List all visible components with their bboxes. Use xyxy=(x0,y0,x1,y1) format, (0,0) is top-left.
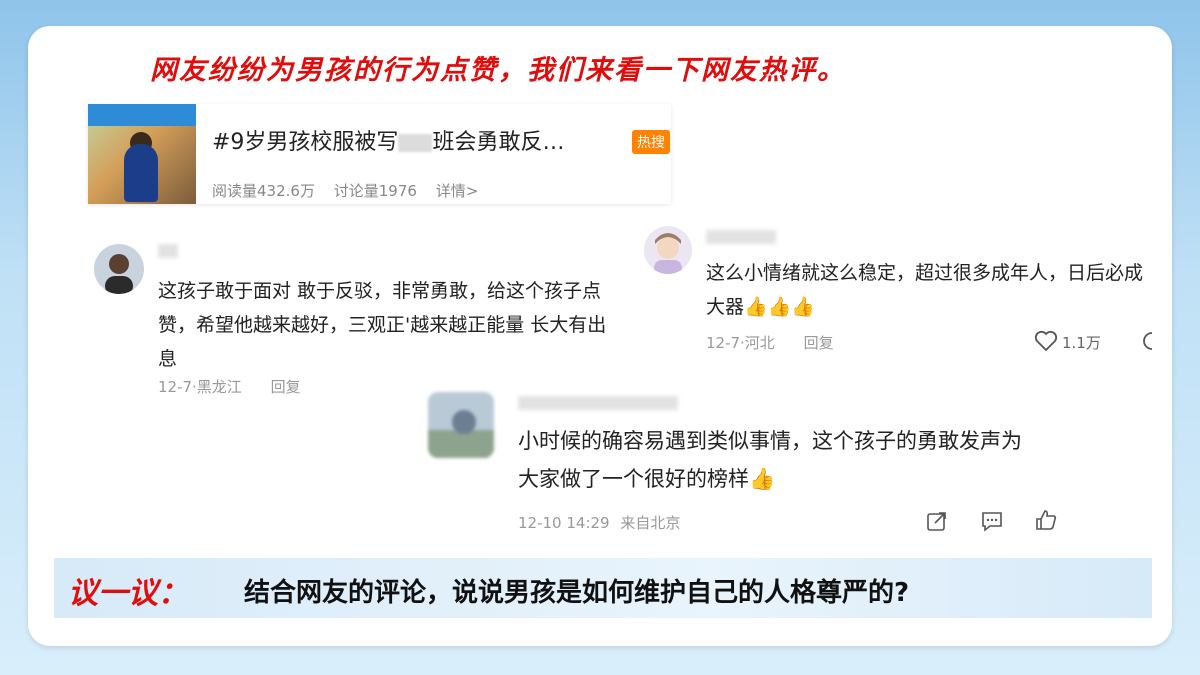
topic-discussions: 讨论量1976 xyxy=(333,182,417,200)
avatar[interactable] xyxy=(644,226,692,274)
comment-2-text: 这么小情绪就这么稳定，超过很多成年人，日后必成大器👍👍👍 xyxy=(706,262,1144,318)
redacted-username xyxy=(706,230,776,244)
comment-icon[interactable] xyxy=(980,510,1004,536)
comment-2-likes: 1.1万 xyxy=(1062,334,1101,352)
reply-button[interactable]: 回复 xyxy=(804,334,834,352)
comment-1-meta: 12-7·黑龙江 回复 xyxy=(158,376,325,397)
slide-headline: 网友纷纷为男孩的行为点赞，我们来看一下网友热评。 xyxy=(150,55,846,86)
topic-thumbnail xyxy=(88,104,196,204)
comment-3-time: 12-10 14:29 xyxy=(518,514,610,532)
topic-title-suffix: 班会勇敢反… xyxy=(432,130,565,155)
hot-badge: 热搜 xyxy=(632,130,670,154)
discussion-label: 议一议： xyxy=(68,576,188,611)
comment-3-source: 来自北京 xyxy=(620,514,681,532)
topic-title[interactable]: #9岁男孩校服被写 班会勇敢反… xyxy=(212,124,564,156)
avatar[interactable] xyxy=(428,392,494,458)
share-icon[interactable] xyxy=(1140,330,1154,356)
redacted-text xyxy=(398,134,433,152)
discussion-bar: 议一议： 结合网友的评论，说说男孩是如何维护自己的人格尊严的? xyxy=(54,558,1152,618)
avatar[interactable] xyxy=(94,244,144,294)
reply-button[interactable]: 回复 xyxy=(271,378,301,396)
comment-1-time: 12-7·黑龙江 xyxy=(158,378,242,396)
like-heart-icon[interactable] xyxy=(1034,330,1058,356)
redacted-username xyxy=(158,244,178,258)
share-icon[interactable] xyxy=(926,510,948,536)
comment-3-text: 小时候的确容易遇到类似事情，这个孩子的勇敢发声为大家做了一个很好的榜样👍 xyxy=(518,429,1022,491)
discussion-question: 结合网友的评论，说说男孩是如何维护自己的人格尊严的? xyxy=(244,578,910,608)
thumbs-up-icon[interactable] xyxy=(1034,508,1058,536)
topic-reads: 阅读量432.6万 xyxy=(212,182,315,200)
redacted-username xyxy=(518,396,678,410)
topic-details-link[interactable]: 详情> xyxy=(436,182,479,200)
topic-meta: 阅读量432.6万 讨论量1976 详情> xyxy=(212,180,492,201)
topic-title-prefix: #9岁男孩校服被写 xyxy=(212,130,399,155)
hot-topic-card[interactable]: #9岁男孩校服被写 班会勇敢反… 热搜 阅读量432.6万 讨论量1976 详情> xyxy=(88,104,671,204)
comment-2-time: 12-7·河北 xyxy=(706,334,775,352)
comment-3-meta: 12-10 14:29 来自北京 xyxy=(518,512,704,533)
comment-1-text: 这孩子敢于面对 敢于反驳，非常勇敢，给这个孩子点赞，希望他越来越好，三观正'越来… xyxy=(158,280,607,370)
comment-2-meta: 12-7·河北 回复 xyxy=(706,332,858,353)
